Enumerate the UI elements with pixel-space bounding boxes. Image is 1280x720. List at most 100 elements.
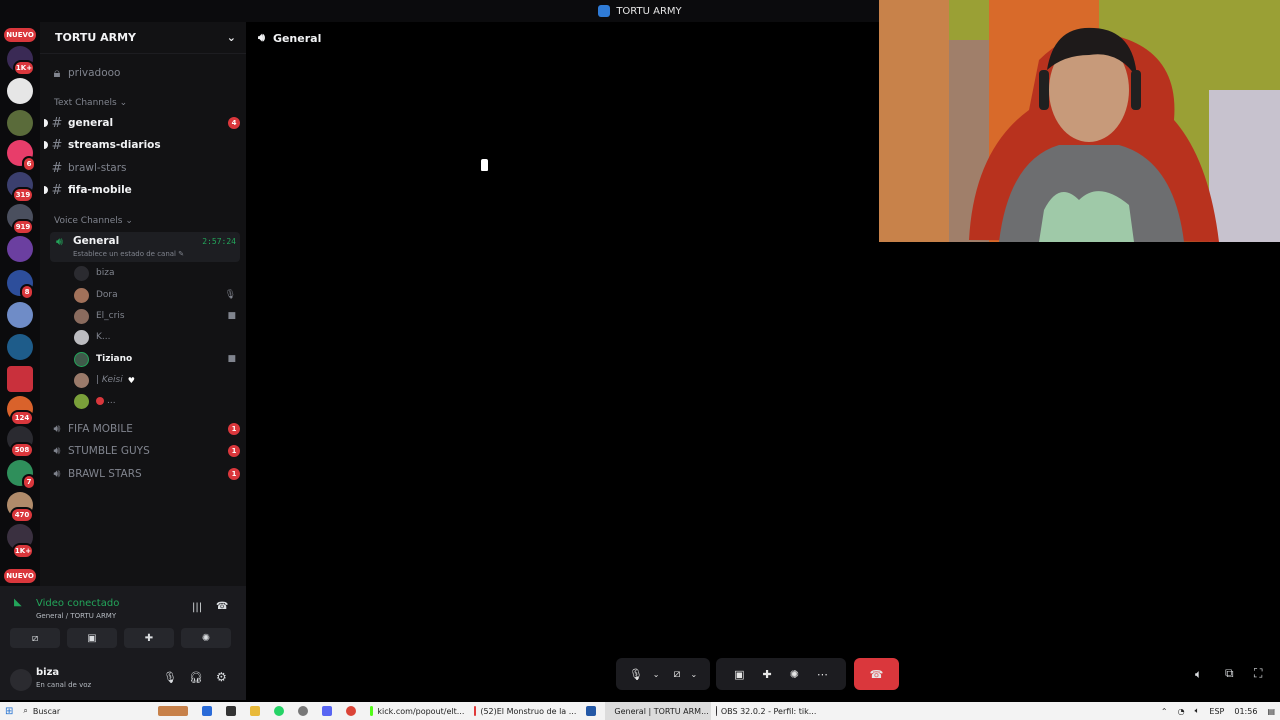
channel-status[interactable]: Establece un estado de canal ✎ <box>73 250 184 258</box>
chevron-up-icon[interactable]: ⌃ <box>1156 702 1173 720</box>
taskbar-app[interactable] <box>197 702 221 720</box>
channel-label: streams-diarios <box>68 139 161 151</box>
taskbar-app[interactable] <box>581 702 605 720</box>
user-name[interactable]: biza <box>36 667 59 678</box>
server-icon[interactable] <box>7 366 33 392</box>
hang-up-button[interactable]: ☎︎ <box>854 658 899 690</box>
notifications-icon[interactable]: ▤ <box>1262 702 1280 720</box>
taskbar-app[interactable] <box>153 702 197 720</box>
server-badge: 8 <box>20 284 34 300</box>
voice-member[interactable]: biza <box>74 264 236 282</box>
hash-icon: # <box>51 182 63 198</box>
voice-member[interactable]: K... <box>74 328 236 346</box>
voice-member[interactable]: | Keisi ♥ <box>74 371 236 389</box>
taskbar-app[interactable] <box>269 702 293 720</box>
status-dot <box>96 397 104 405</box>
kick-icon <box>370 706 374 716</box>
language-indicator[interactable]: ESP <box>1204 702 1229 720</box>
speaker-icon: 🔊︎ <box>56 235 63 248</box>
microphone-icon[interactable]: 🎙︎ <box>163 671 177 684</box>
chevron-down-icon[interactable]: ⌄ <box>653 670 660 679</box>
disconnect-icon[interactable]: ☎︎ <box>216 601 228 612</box>
search-placeholder: Buscar <box>32 706 61 716</box>
start-button[interactable]: ⊞ <box>0 702 18 720</box>
taskbar-window[interactable]: (52)El Monstruo de la ... <box>469 702 581 720</box>
fullscreen-icon[interactable]: ⛶ <box>1254 666 1262 681</box>
taskbar-window-active[interactable]: General | TORTU ARM... <box>605 702 712 720</box>
noise-suppression-icon[interactable]: ||| <box>192 602 202 613</box>
text-channels-category[interactable]: Text Channels ⌄ <box>54 98 127 108</box>
browser-icon <box>474 706 477 716</box>
taskbar-window[interactable]: kick.com/popout/elt... <box>365 702 469 720</box>
screen-share-icon: ▣ <box>87 632 97 644</box>
voice-member[interactable]: Tiziano ■ <box>74 350 236 368</box>
microphone-icon[interactable]: 🎙︎ <box>629 668 643 681</box>
channel-brawl-stars[interactable]: # brawl-stars <box>50 158 240 178</box>
stage-header: 🔊︎ General <box>246 22 880 54</box>
member-name: K... <box>96 332 111 342</box>
voice-member[interactable]: ... <box>74 392 236 410</box>
gear-icon[interactable]: ⚙ <box>216 670 227 684</box>
taskbar-app[interactable] <box>293 702 317 720</box>
camera-off-icon[interactable]: ⧄ <box>673 667 680 681</box>
channel-status-text: Establece un estado de canal <box>73 250 177 258</box>
member-name: | Keisi <box>96 375 123 385</box>
clock[interactable]: 01:56 <box>1229 702 1262 720</box>
server-badge: 508 <box>10 442 34 458</box>
avatar[interactable] <box>10 669 32 691</box>
volume-icon[interactable]: 🔈︎ <box>1195 667 1202 682</box>
taskbar-window-title: OBS 32.0.2 - Perfil: tik... <box>720 706 817 716</box>
mic-camera-controls: 🎙︎ ⌄ ⧄ ⌄ <box>616 658 710 690</box>
taskbar-window[interactable]: OBS 32.0.2 - Perfil: tik... <box>711 702 821 720</box>
voice-member[interactable]: Dora 🎙︎ <box>74 286 236 304</box>
taskbar-app[interactable] <box>317 702 341 720</box>
voice-channel-stumble-guys[interactable]: 🔊︎ STUMBLE GUYS 1 <box>50 441 240 461</box>
server-icon[interactable] <box>7 236 33 262</box>
video-toggle-button[interactable]: ⧄ <box>10 628 60 648</box>
popout-icon[interactable]: ⧉ <box>1225 666 1234 681</box>
server-icon[interactable] <box>7 78 33 104</box>
chevron-down-icon[interactable]: ⌄ <box>690 670 697 679</box>
voice-channel-general[interactable]: 🔊︎ General 2:57:24 Establece un estado d… <box>50 232 240 262</box>
connection-status[interactable]: Video conectado <box>36 598 119 609</box>
voice-channels-category[interactable]: Voice Channels ⌄ <box>54 216 133 226</box>
screen-share-button[interactable]: ▣ <box>67 628 117 648</box>
taskbar-app[interactable] <box>221 702 245 720</box>
connection-location[interactable]: General / TORTU ARMY <box>36 612 116 620</box>
server-icon[interactable] <box>7 302 33 328</box>
server-icon[interactable] <box>7 334 33 360</box>
camera-icon: ■ <box>227 311 236 321</box>
app-icon <box>586 706 597 716</box>
more-options-icon[interactable]: ⋯ <box>817 668 828 681</box>
network-icon[interactable]: ◔ <box>1173 702 1190 720</box>
screen-share-icon[interactable]: ▣ <box>734 668 744 681</box>
server-icon[interactable] <box>7 110 33 136</box>
channel-general[interactable]: # general 4 <box>44 113 240 133</box>
volume-icon[interactable]: 🔈︎ <box>1190 702 1205 720</box>
activities-icon[interactable]: ✚ <box>762 668 771 681</box>
activities-button[interactable]: ✚ <box>124 628 174 648</box>
channel-label: privadooo <box>68 67 121 79</box>
chevron-down-icon: ⌄ <box>226 31 236 44</box>
voice-timer: 2:57:24 <box>202 237 236 246</box>
taskbar-app[interactable] <box>341 702 365 720</box>
window-title: TORTU ARMY <box>616 5 682 17</box>
taskbar-search[interactable]: ⌕ Buscar <box>18 702 153 720</box>
unread-indicator <box>44 119 48 127</box>
member-count-badge: 1 <box>228 423 240 435</box>
channel-fifa-mobile[interactable]: # fifa-mobile <box>44 180 240 200</box>
soundboard-icon[interactable]: ✺ <box>790 668 799 681</box>
channel-private[interactable]: 🔒︎ privadooo <box>50 63 240 83</box>
server-header[interactable]: TORTU ARMY ⌄ <box>40 22 246 54</box>
soundboard-button[interactable]: ✺ <box>181 628 231 648</box>
channel-streams-diarios[interactable]: # streams-diarios <box>44 135 240 155</box>
voice-channel-fifa-mobile[interactable]: 🔊︎ FIFA MOBILE 1 <box>50 419 240 439</box>
pencil-icon: ✎ <box>178 250 185 258</box>
headphones-icon[interactable]: 🎧︎ <box>189 671 203 684</box>
whatsapp-icon <box>274 706 285 716</box>
voice-member[interactable]: El_cris ■ <box>74 307 236 325</box>
server-badge: 319 <box>12 187 34 203</box>
voice-channel-brawl-stars[interactable]: 🔊︎ BRAWL STARS 1 <box>50 464 240 484</box>
taskbar-app[interactable] <box>245 702 269 720</box>
stage-channel-name: General <box>272 31 322 45</box>
